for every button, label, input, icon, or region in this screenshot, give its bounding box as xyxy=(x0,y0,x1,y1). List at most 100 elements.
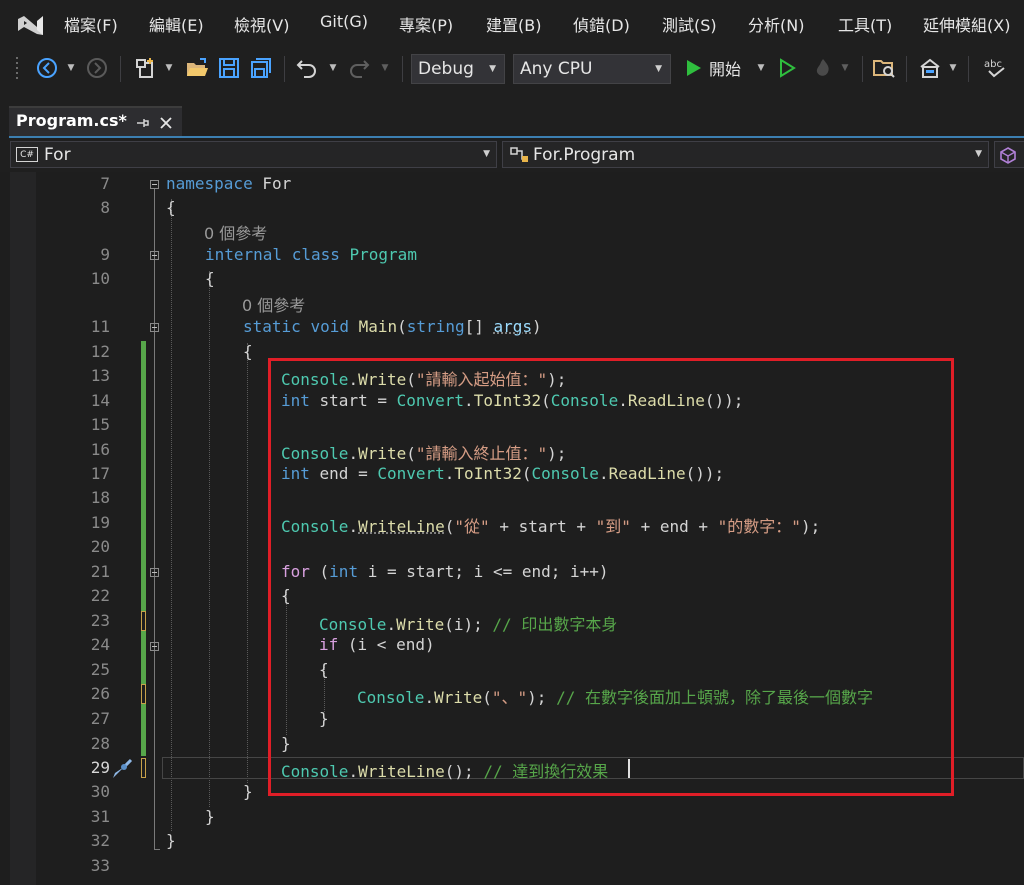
project-select[interactable]: C# For ▼ xyxy=(10,141,497,168)
undo-dropdown[interactable]: ▼ xyxy=(326,54,340,82)
code-token: } xyxy=(166,831,176,850)
menu-file[interactable]: 檔案(F) xyxy=(64,12,118,36)
start-dropdown[interactable]: ▼ xyxy=(754,54,768,82)
save-all-icon[interactable] xyxy=(248,54,274,82)
back-dropdown[interactable]: ▼ xyxy=(64,54,78,82)
menu-debug[interactable]: 偵錯(D) xyxy=(573,12,630,36)
line-number: 12 xyxy=(90,342,110,361)
visual-studio-logo-icon[interactable] xyxy=(14,10,48,40)
start-label: 開始 xyxy=(709,60,742,79)
code-token: } xyxy=(205,807,215,826)
close-icon[interactable] xyxy=(159,116,173,130)
layout-dropdown[interactable]: ▼ xyxy=(946,54,960,82)
code-line-8: { xyxy=(166,198,176,217)
member-icon xyxy=(1000,146,1016,164)
line-number: 16 xyxy=(90,440,110,459)
line-number-current: 29 xyxy=(90,758,110,777)
pin-icon[interactable] xyxy=(135,116,149,130)
member-select[interactable] xyxy=(994,141,1024,168)
code-token: namespace xyxy=(166,174,253,193)
menu-edit[interactable]: 編輯(E) xyxy=(149,12,204,36)
toolbar: ▼ ▼ ▼ ▼ Debug ▼ Any CPU ▼ 開始 ▼ ▼ ▼ abc xyxy=(0,46,1024,92)
menu-build[interactable]: 建置(B) xyxy=(486,12,541,36)
menu-view[interactable]: 檢視(V) xyxy=(234,12,289,36)
code-token: { xyxy=(243,342,253,361)
menu-tools[interactable]: 工具(T) xyxy=(838,12,892,36)
spell-check-icon[interactable]: abc xyxy=(982,54,1010,82)
layout-icon[interactable] xyxy=(916,54,944,82)
new-project-dropdown[interactable]: ▼ xyxy=(162,54,176,82)
tab-program-cs[interactable]: Program.cs* xyxy=(9,106,182,136)
tab-title: Program.cs* xyxy=(16,111,127,130)
code-line-12: { xyxy=(243,342,253,361)
code-token: void xyxy=(310,317,349,336)
line-number: 25 xyxy=(90,660,110,679)
open-icon[interactable] xyxy=(184,54,210,82)
menu-project[interactable]: 專案(P) xyxy=(399,12,453,36)
redo-dropdown[interactable]: ▼ xyxy=(378,54,392,82)
start-button[interactable]: 開始 xyxy=(683,54,757,82)
back-icon[interactable] xyxy=(34,54,60,82)
collapse-icon[interactable] xyxy=(150,323,159,332)
reference-count[interactable]: 0 個參考 xyxy=(204,220,267,244)
line-number: 27 xyxy=(90,709,110,728)
line-number: 32 xyxy=(90,831,110,850)
code-line-30: } xyxy=(243,782,253,801)
code-token: internal xyxy=(205,245,283,264)
chevron-down-icon: ▼ xyxy=(489,64,496,74)
solution-platform-select[interactable]: Any CPU ▼ xyxy=(513,54,671,84)
undo-icon[interactable] xyxy=(294,54,320,82)
change-indicator-unsaved xyxy=(141,611,146,631)
collapse-icon[interactable] xyxy=(150,568,159,577)
line-number: 11 xyxy=(90,317,110,336)
line-number: 20 xyxy=(90,537,110,556)
type-select[interactable]: For.Program ▼ xyxy=(502,141,989,168)
solution-explorer-icon[interactable] xyxy=(870,54,898,82)
code-token: ( xyxy=(397,317,407,336)
redo-icon[interactable] xyxy=(346,54,372,82)
toolbar-grip[interactable] xyxy=(12,54,22,82)
line-number: 10 xyxy=(90,269,110,288)
hot-reload-icon[interactable] xyxy=(810,54,836,82)
collapse-icon[interactable] xyxy=(150,180,159,189)
chevron-down-icon: ▼ xyxy=(655,64,662,74)
collapse-icon[interactable] xyxy=(150,251,159,260)
type-value: For.Program xyxy=(533,144,636,165)
menu-extensions[interactable]: 延伸模組(X) xyxy=(923,12,1010,36)
line-number: 7 xyxy=(100,174,110,193)
menu-git[interactable]: Git(G) xyxy=(320,12,368,31)
collapse-icon[interactable] xyxy=(150,642,159,651)
code-token: } xyxy=(243,782,253,801)
outline-end xyxy=(154,849,160,850)
save-icon[interactable] xyxy=(216,54,242,82)
menu-analyze[interactable]: 分析(N) xyxy=(748,12,804,36)
solution-configuration-select[interactable]: Debug ▼ xyxy=(411,54,505,84)
code-line-32: } xyxy=(166,831,176,850)
change-indicator-unsaved xyxy=(141,758,146,778)
line-number: 31 xyxy=(90,807,110,826)
menu-test[interactable]: 測試(S) xyxy=(662,12,717,36)
line-number: 22 xyxy=(90,586,110,605)
code-line-11: static void Main(string[] args) xyxy=(243,317,542,336)
indent-guide xyxy=(247,343,248,783)
quick-actions-brush-icon[interactable] xyxy=(111,758,133,780)
line-number: 28 xyxy=(90,734,110,753)
code-token: { xyxy=(166,198,176,217)
indent-guide xyxy=(171,199,172,831)
line-number: 18 xyxy=(90,488,110,507)
code-token: { xyxy=(205,269,215,288)
code-token: For xyxy=(252,174,292,193)
code-token: static xyxy=(243,317,301,336)
code-line-9: internal class Program xyxy=(205,245,417,264)
start-without-debugging-icon[interactable] xyxy=(774,54,800,82)
project-value: For xyxy=(44,144,71,165)
hot-reload-dropdown[interactable]: ▼ xyxy=(838,54,852,82)
new-project-icon[interactable] xyxy=(132,54,160,82)
reference-count[interactable]: 0 個參考 xyxy=(242,292,305,316)
forward-icon[interactable] xyxy=(84,54,110,82)
menu-bar: 檔案(F) 編輯(E) 檢視(V) Git(G) 專案(P) 建置(B) 偵錯(… xyxy=(0,0,1024,46)
code-token: Program xyxy=(349,245,417,264)
code-token: args xyxy=(493,317,533,336)
